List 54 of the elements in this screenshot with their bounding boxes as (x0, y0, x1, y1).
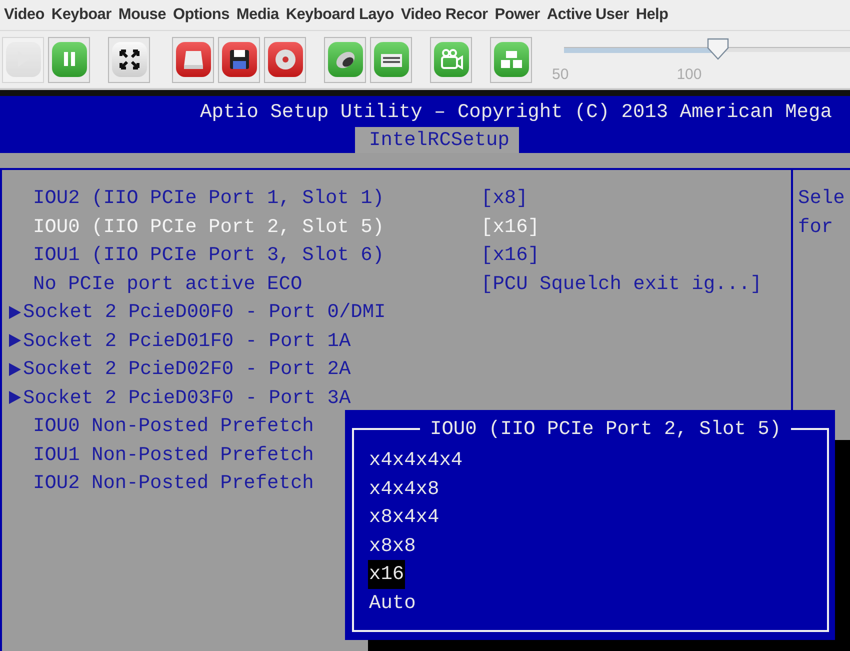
menu-item[interactable]: Power (494, 6, 540, 24)
option-item[interactable]: x16 (368, 560, 406, 588)
setting-value[interactable]: [x8] (481, 184, 528, 212)
menu-item[interactable]: Options (172, 6, 230, 24)
slider-tick-label: 100 (676, 66, 702, 82)
submenu-arrow-icon (8, 362, 20, 376)
menu-item[interactable]: Media (236, 6, 279, 24)
setting-value[interactable]: [PCU Squelch exit ig...] (481, 270, 762, 298)
blocks-icon (494, 42, 528, 77)
submenu-arrow-icon (8, 391, 20, 404)
menu-item[interactable]: Mouse (118, 6, 166, 24)
help-text: for (798, 214, 834, 240)
submenu-arrow-icon (8, 334, 20, 348)
setting-label[interactable]: Socket 2 PcieD02F0 - Port 2A (23, 355, 471, 384)
menu-item[interactable]: Video (4, 6, 44, 24)
bios-tab[interactable]: IntelRCSetup (355, 127, 520, 153)
help-text: Sele (798, 186, 845, 211)
drive-button[interactable] (172, 36, 214, 82)
drive-icon (176, 42, 210, 77)
floppy-disk-button[interactable] (218, 36, 260, 82)
menu-item[interactable]: Keyboar (51, 6, 112, 24)
video-camera-button[interactable] (430, 36, 472, 82)
disc-button[interactable] (264, 36, 306, 82)
pause-icon (52, 42, 86, 77)
option-item[interactable]: x8x4x4 (368, 503, 440, 532)
option-item[interactable]: Auto (368, 588, 417, 617)
slider-thumb[interactable] (707, 38, 730, 60)
menu-item[interactable]: Video Recor (400, 6, 488, 24)
menu-item[interactable]: Active User (546, 6, 629, 24)
option-item[interactable]: x4x4x8 (368, 474, 440, 503)
mouse-icon (328, 42, 362, 77)
setting-label[interactable]: IOU2 (IIO PCIe Port 1, Slot 1) (33, 184, 481, 212)
dialog-title: IOU0 (IIO PCIe Port 2, Slot 5) (429, 418, 782, 440)
slider-tick-label: 50 (552, 66, 569, 82)
setting-label[interactable]: Socket 2 PcieD00F0 - Port 0/DMI (23, 298, 471, 326)
setting-value[interactable]: [x16] (481, 241, 540, 270)
menu-item[interactable]: Help (636, 6, 668, 24)
arrows-icon (112, 42, 146, 77)
mouse-button[interactable] (324, 36, 366, 82)
video-camera-icon (434, 42, 468, 77)
bios-title: Aptio Setup Utility – Copyright (C) 2013 American Mega (200, 100, 832, 125)
arrows-button[interactable] (108, 36, 150, 82)
option-item[interactable]: x4x4x4x4 (368, 446, 464, 474)
option-item[interactable]: x8x8 (368, 532, 417, 560)
setting-label[interactable]: IOU1 (IIO PCIe Port 3, Slot 6) (33, 241, 481, 270)
submenu-arrow-icon (8, 306, 20, 319)
keyboard-button[interactable] (370, 36, 412, 82)
setting-label[interactable]: Socket 2 PcieD03F0 - Port 3A (23, 384, 471, 412)
menu-item[interactable]: Keyboard Layo (286, 6, 394, 24)
pause-button[interactable] (48, 36, 90, 82)
keyboard-icon (374, 42, 408, 77)
blocks-button[interactable] (490, 36, 532, 82)
setting-label[interactable]: No PCIe port active ECO (33, 270, 481, 298)
setting-label[interactable]: Socket 2 PcieD01F0 - Port 1A (23, 326, 471, 355)
